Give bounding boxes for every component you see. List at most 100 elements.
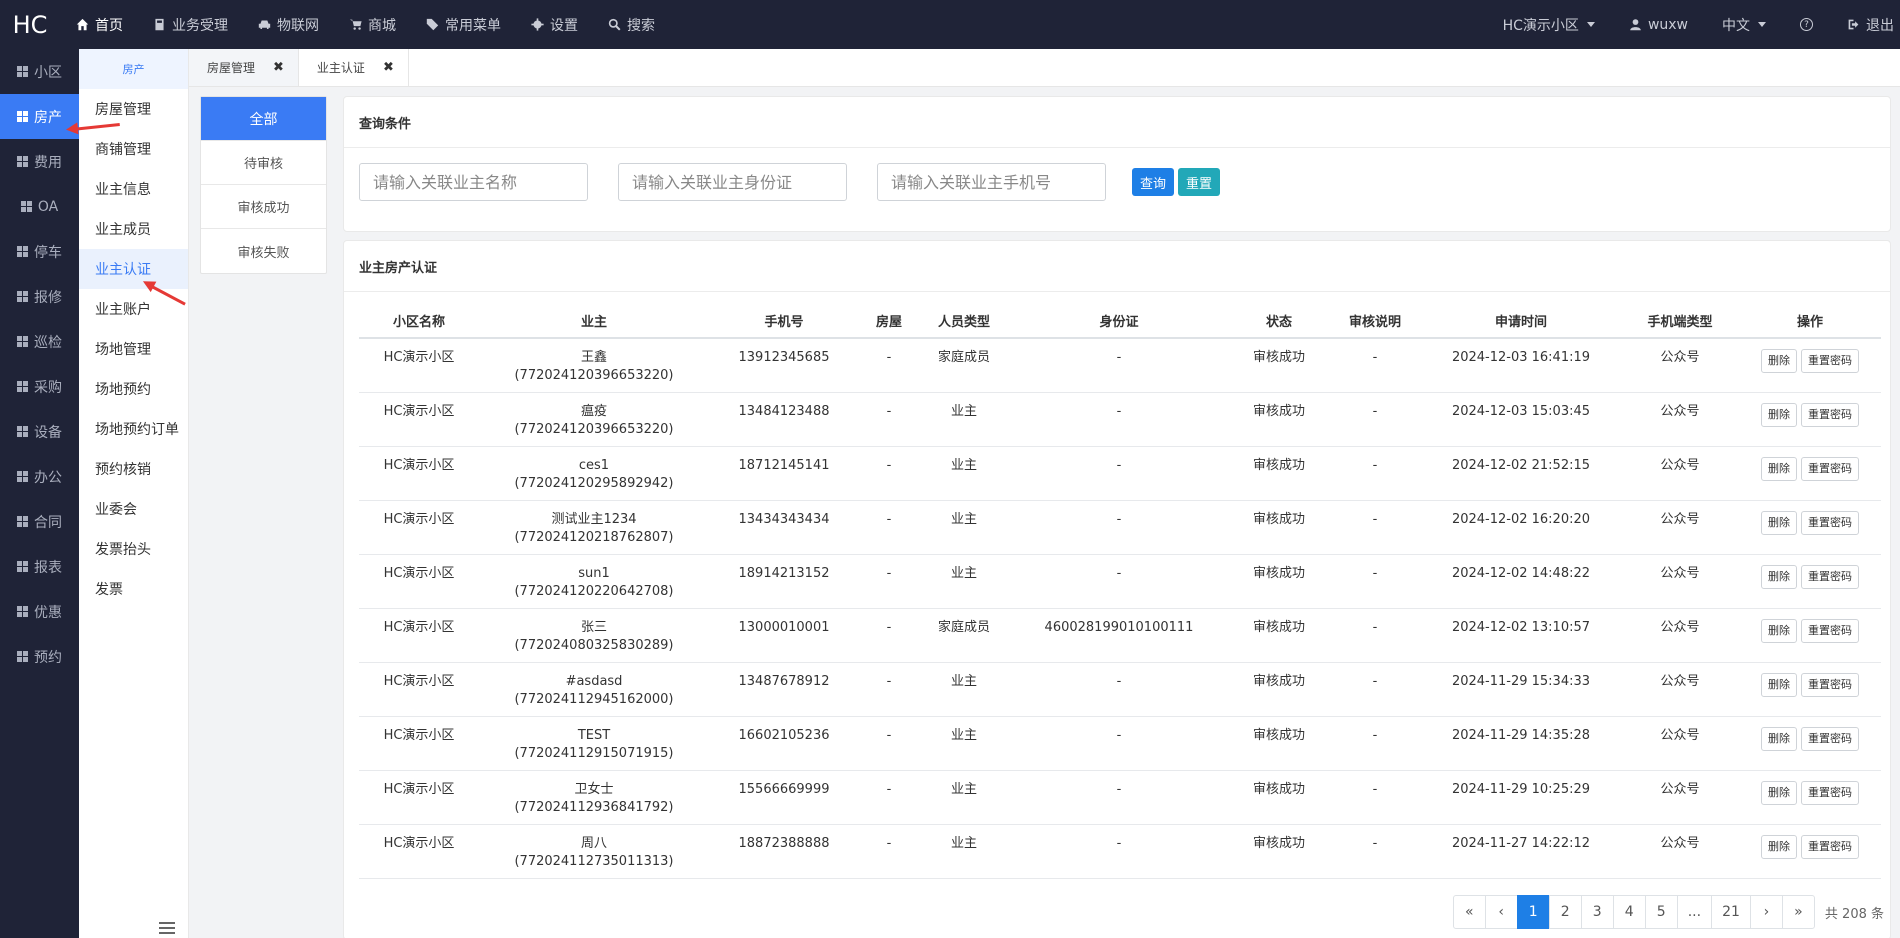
cell-room: - [859,824,919,879]
nav-mall[interactable]: 商城 [349,15,396,35]
owner-id-input[interactable] [618,163,847,201]
community-dropdown[interactable]: HC演示小区 [1503,15,1595,35]
submenu-owner-info[interactable]: 业主信息 [79,169,188,209]
tab-house-management[interactable]: 房屋管理 ✖ [189,49,299,86]
reset-password-button[interactable]: 重置密码 [1801,456,1859,481]
filter-approved[interactable]: 审核成功 [201,185,326,229]
submenu-owner-auth[interactable]: 业主认证 [79,249,188,289]
nav-iot[interactable]: 物联网 [258,15,319,35]
table-row: HC演示小区 sun1 (772024120220642708) 1891421315… [359,554,1881,609]
submenu-venue-booking-orders[interactable]: 场地预约订单 [79,409,188,449]
tab-owner-auth[interactable]: 业主认证 ✖ [299,49,409,86]
page-prev[interactable]: ‹ [1484,895,1518,929]
page-first[interactable]: « [1452,895,1486,929]
page-5[interactable]: 5 [1644,895,1678,929]
submenu-invoice[interactable]: 发票 [79,569,188,609]
reset-password-button[interactable]: 重置密码 [1801,726,1859,751]
reset-password-button[interactable]: 重置密码 [1801,834,1859,859]
submenu-venue-management[interactable]: 场地管理 [79,329,188,369]
reset-password-button[interactable]: 重置密码 [1801,564,1859,589]
sidebar-item-discount[interactable]: 优惠 [0,589,79,634]
reset-button[interactable]: 重置 [1178,168,1221,196]
cell-owner: 张三 (772024080325830289) [479,608,709,663]
sidebar-item-equipment[interactable]: 设备 [0,409,79,454]
page-4[interactable]: 4 [1612,895,1646,929]
delete-button[interactable]: 删除 [1761,780,1797,805]
results-panel: 业主房产认证 小区名称 业主 手机号 房屋 人员类型 身份证 状态 审核说明 申… [343,240,1891,938]
reset-password-button[interactable]: 重置密码 [1801,349,1859,373]
sidebar-item-community[interactable]: 小区 [0,49,79,94]
owner-name-input[interactable] [359,163,588,201]
delete-button[interactable]: 删除 [1761,618,1797,643]
cell-room: - [859,392,919,447]
owner-name: TEST [577,727,611,743]
delete-button[interactable]: 删除 [1761,349,1797,373]
sidebar-item-fees[interactable]: 费用 [0,139,79,184]
logout-button[interactable]: 退出 [1847,15,1894,35]
page-next[interactable]: › [1749,895,1783,929]
cell-time: 2024-11-29 10:25:29 [1421,770,1621,825]
reset-password-button[interactable]: 重置密码 [1801,672,1859,697]
sidebar-item-label: 合同 [34,514,62,531]
delete-button[interactable]: 删除 [1761,456,1797,481]
owner-name: sun1 [578,565,610,581]
submenu-venue-booking[interactable]: 场地预约 [79,369,188,409]
sidebar-item-report[interactable]: 报表 [0,544,79,589]
close-icon[interactable]: ✖ [383,60,394,75]
user-menu[interactable]: wuxw [1629,17,1688,33]
search-button[interactable]: 查询 [1132,168,1175,196]
sidebar-item-office[interactable]: 办公 [0,454,79,499]
grid-icon [17,156,28,167]
cell-actions: 删除 重置密码 [1739,392,1881,447]
delete-button[interactable]: 删除 [1761,834,1797,859]
submenu-owner-members[interactable]: 业主成员 [79,209,188,249]
cell-time: 2024-12-02 16:20:20 [1421,500,1621,555]
collapse-menu-icon[interactable] [159,922,175,936]
submenu-house-management[interactable]: 房屋管理 [79,89,188,129]
sidebar-item-oa[interactable]: OA [0,184,79,229]
sidebar-item-contract[interactable]: 合同 [0,499,79,544]
close-icon[interactable]: ✖ [273,60,284,75]
sidebar-item-inspection[interactable]: 巡检 [0,319,79,364]
owner-phone-input[interactable] [877,163,1106,201]
reset-password-button[interactable]: 重置密码 [1801,780,1859,805]
delete-button[interactable]: 删除 [1761,672,1797,697]
sidebar-item-repair[interactable]: 报修 [0,274,79,319]
delete-button[interactable]: 删除 [1761,510,1797,535]
delete-button[interactable]: 删除 [1761,402,1797,427]
reset-password-button[interactable]: 重置密码 [1801,402,1859,427]
owner-name: 瘟疫 [580,403,607,419]
submenu-booking-verification[interactable]: 预约核销 [79,449,188,489]
grid-icon [17,651,28,662]
cell-client: 公众号 [1621,446,1739,501]
cell-note: - [1329,716,1421,771]
submenu-shop-management[interactable]: 商铺管理 [79,129,188,169]
cell-note: - [1329,608,1421,663]
owner-id: (772024112936841792) [514,799,674,815]
submenu-owners-committee[interactable]: 业委会 [79,489,188,529]
page-21[interactable]: 21 [1711,895,1751,929]
page-last[interactable]: » [1781,895,1815,929]
sidebar-item-parking[interactable]: 停车 [0,229,79,274]
filter-all[interactable]: 全部 [201,97,326,141]
filter-rejected[interactable]: 审核失败 [201,229,326,273]
nav-settings[interactable]: 设置 [531,15,578,35]
nav-common-menu[interactable]: 常用菜单 [426,15,501,35]
app-logo[interactable]: HC [0,11,60,39]
filter-pending[interactable]: 待审核 [201,141,326,185]
language-dropdown[interactable]: 中文 [1722,15,1766,35]
delete-button[interactable]: 删除 [1761,564,1797,589]
page-2[interactable]: 2 [1548,895,1582,929]
nav-home[interactable]: 首页 [76,15,123,35]
sidebar-item-reservation[interactable]: 预约 [0,634,79,679]
help-button[interactable]: ? [1800,18,1813,31]
sidebar-item-purchase[interactable]: 采购 [0,364,79,409]
nav-business[interactable]: 业务受理 [153,15,228,35]
page-3[interactable]: 3 [1580,895,1614,929]
delete-button[interactable]: 删除 [1761,726,1797,751]
reset-password-button[interactable]: 重置密码 [1801,618,1859,643]
submenu-invoice-title[interactable]: 发票抬头 [79,529,188,569]
nav-search[interactable]: 搜索 [608,15,655,35]
reset-password-button[interactable]: 重置密码 [1801,510,1859,535]
page-1[interactable]: 1 [1516,895,1550,929]
